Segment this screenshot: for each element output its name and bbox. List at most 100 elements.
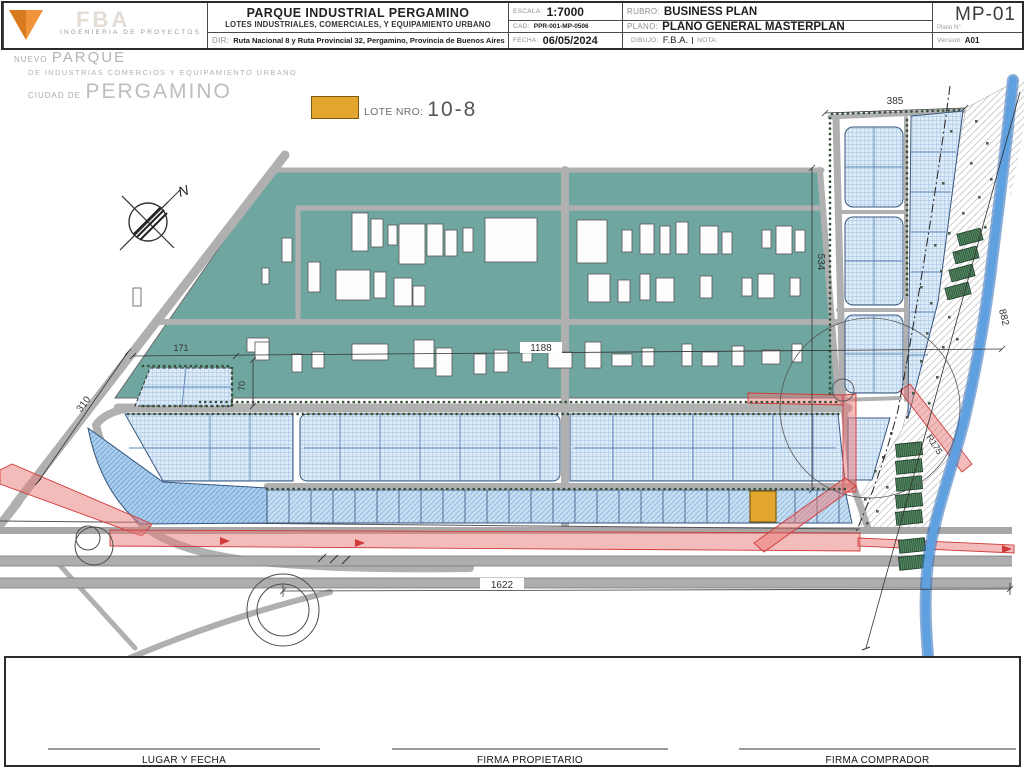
building-footprint: [255, 342, 269, 360]
dibujo-cell: DIBUJO: F.B.A.: [627, 35, 692, 46]
lot-legend-value: 10-8: [427, 101, 477, 119]
nota-cell: NOTA:: [692, 37, 928, 44]
building-footprint: [622, 230, 632, 252]
building-footprint: [445, 230, 457, 256]
building-footprint: [394, 278, 412, 306]
dim-1188: 1188: [530, 343, 552, 354]
dir-label: DIR:: [212, 36, 229, 45]
building-footprint: [292, 354, 302, 372]
building-footprint: [388, 225, 397, 245]
cad-value: PPR-001-MP-0506: [534, 23, 589, 30]
green-building: [895, 442, 922, 458]
building-footprint: [262, 268, 269, 284]
heading-pergamino: PERGAMINO: [85, 80, 231, 103]
lot-row-1: [125, 414, 845, 481]
rubro-label: RUBRO:: [627, 7, 660, 16]
dim-385: 385: [887, 96, 904, 107]
fecha-value: 06/05/2024: [543, 35, 598, 47]
title-block: FBA INGENIERIA DE PROYECTOS PARQUE INDUS…: [1, 1, 1024, 50]
comprador-label: FIRMA COMPRADOR: [826, 755, 930, 766]
building-footprint: [676, 222, 688, 254]
signature-line-propietario[interactable]: FIRMA PROPIETARIO: [392, 748, 668, 768]
building-footprint: [352, 344, 388, 360]
building-footprint: [585, 342, 601, 368]
building-footprint: [612, 354, 632, 366]
building-footprint: [133, 288, 141, 306]
building-footprint: [436, 348, 452, 376]
building-footprint: [618, 280, 630, 302]
dim-534: 534: [815, 254, 826, 271]
dibujo-nota-cell: DIBUJO: F.B.A. NOTA:: [622, 32, 932, 48]
sheet-number-cell: MP-01 Plano N°: [932, 3, 1022, 32]
building-footprint: [485, 218, 537, 262]
version-cell: Version A01: [932, 32, 1022, 48]
logo-tagline: INGENIERIA DE PROYECTOS: [60, 29, 201, 36]
building-footprint: [758, 274, 774, 298]
lugar-label: LUGAR Y FECHA: [142, 755, 226, 766]
fba-logo-icon: [8, 9, 44, 43]
rubro-value: BUSINESS PLAN: [664, 6, 757, 18]
heading-ciudad: CIUDAD DE: [28, 91, 81, 100]
dim-171: 171: [173, 343, 188, 353]
building-footprint: [474, 354, 486, 374]
dim-882: 882: [996, 308, 1011, 327]
building-footprint: [702, 352, 718, 366]
lot-color-swatch: [311, 96, 359, 119]
building-footprint: [588, 274, 610, 302]
dim-70: 70: [237, 381, 247, 391]
building-footprint: [700, 226, 718, 254]
building-footprint: [374, 272, 386, 298]
building-footprint: [640, 274, 650, 300]
green-building: [898, 538, 925, 554]
green-building: [895, 493, 922, 509]
north-arrow: N: [120, 181, 191, 250]
heading-line2: DE INDUSTRIAS COMERCIOS Y EQUIPAMIENTO U…: [28, 69, 297, 77]
building-footprint: [352, 213, 368, 251]
version-label: Version: [937, 37, 961, 44]
nota-label: NOTA:: [697, 37, 718, 44]
plano-label: PLANO:: [627, 22, 658, 31]
fecha-cell: FECHA: 06/05/2024: [508, 32, 622, 48]
building-footprint: [642, 348, 654, 366]
dibujo-value: F.B.A.: [663, 35, 688, 46]
north-label: N: [176, 181, 191, 200]
cad-cell: CAD: PPR-001-MP-0506: [508, 20, 622, 32]
building-footprint: [776, 226, 792, 254]
green-building: [895, 459, 922, 475]
building-footprint: [427, 224, 443, 256]
signature-line-lugar[interactable]: LUGAR Y FECHA: [48, 748, 320, 768]
building-footprint: [463, 228, 473, 252]
building-footprint: [282, 238, 292, 262]
building-footprint: [790, 278, 800, 296]
version-value: A01: [965, 36, 980, 45]
propietario-label: FIRMA PROPIETARIO: [477, 755, 583, 766]
project-title: PARQUE INDUSTRIAL PERGAMINO: [247, 7, 470, 20]
building-footprint: [722, 232, 732, 254]
signature-line-comprador[interactable]: FIRMA COMPRADOR: [739, 748, 1016, 768]
plano-value: PLANO GENERAL MASTERPLAN: [662, 21, 845, 33]
green-building: [895, 510, 922, 526]
logo-cell: FBA INGENIERIA DE PROYECTOS: [3, 3, 207, 48]
dibujo-label: DIBUJO:: [631, 37, 659, 44]
building-footprint: [656, 278, 674, 302]
building-footprint: [577, 220, 607, 263]
building-footprint: [700, 276, 712, 298]
project-subtitle: LOTES INDUSTRIALES, COMERCIALES, Y EQUIP…: [225, 20, 491, 29]
dashed-lot: [135, 368, 232, 406]
building-footprint: [413, 286, 425, 306]
escala-cell: ESCALA: 1:7000: [508, 3, 622, 20]
cad-label: CAD:: [513, 23, 530, 30]
sheet-code: MP-01: [955, 4, 1016, 26]
highlighted-lot-10-8[interactable]: [750, 491, 776, 522]
building-footprint: [792, 344, 802, 362]
lot-legend: LOTE NRO: 10-8: [311, 96, 477, 119]
building-footprint: [762, 230, 771, 248]
lot-legend-label: LOTE NRO:: [364, 106, 423, 118]
drawing-sheet: N 385 534 882 310 171: [0, 0, 1024, 768]
building-footprint: [308, 262, 320, 292]
escala-value: 1:7000: [547, 5, 584, 19]
plano-cell: PLANO: PLANO GENERAL MASTERPLAN: [622, 20, 932, 32]
dir-value: Ruta Nacional 8 y Ruta Provincial 32, Pe…: [233, 36, 504, 45]
masterplan-map: N 385 534 882 310 171: [0, 0, 1024, 768]
building-footprint: [732, 346, 744, 366]
